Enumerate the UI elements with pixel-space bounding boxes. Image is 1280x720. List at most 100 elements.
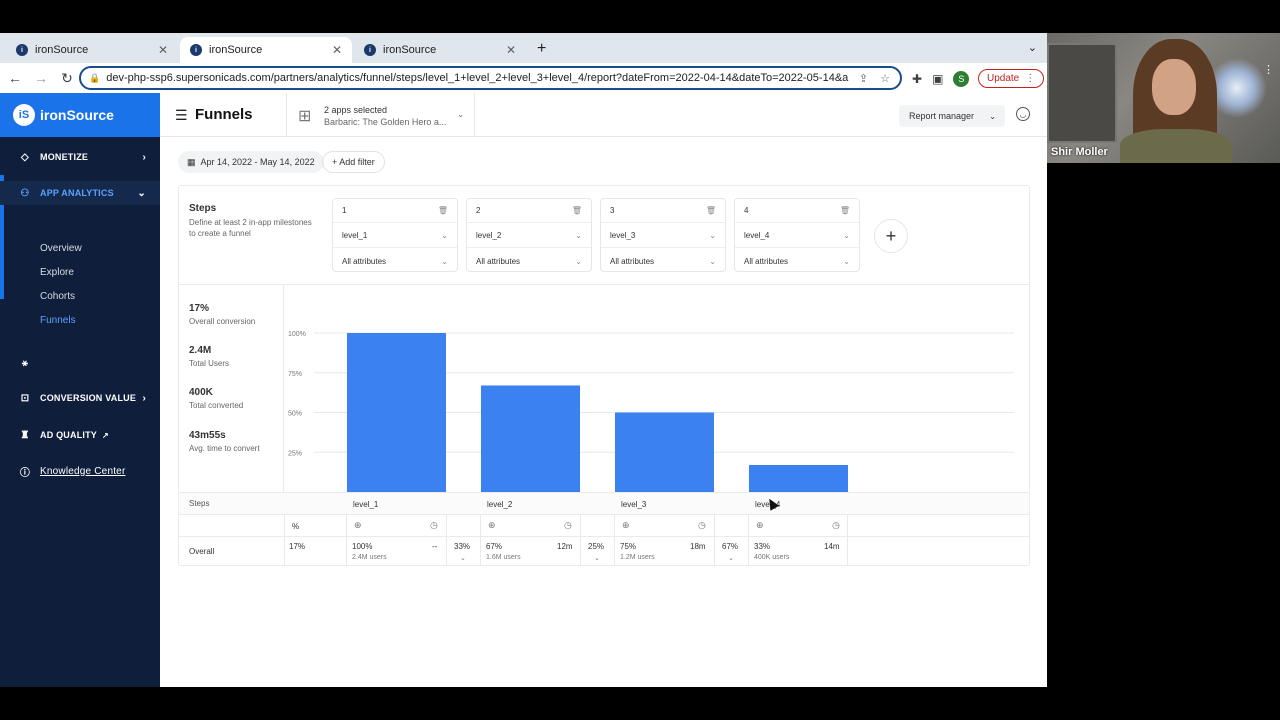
step-number: 3	[610, 206, 615, 215]
sidebar-item-ad-quality[interactable]: ♜ AD QUALITY ↗	[0, 426, 160, 444]
ironsource-logo[interactable]: iS ironSource	[0, 93, 160, 137]
y-tick-label: 50%	[288, 411, 302, 418]
bookmark-star-icon[interactable]: ☆	[880, 72, 890, 85]
tab-title: ironSource	[35, 44, 89, 56]
table-divider	[714, 515, 715, 566]
funnel-bar-level_1[interactable]	[347, 333, 446, 492]
user-account-icon[interactable]: ◡	[1016, 107, 1030, 121]
kebab-menu-icon[interactable]: ⋮	[1263, 63, 1274, 76]
sidebar-item-network[interactable]: ⚹	[0, 355, 160, 371]
step-label-1: level_1	[353, 500, 379, 509]
page-header: ☰ Funnels ⊞ 2 apps selected Barbaric: Th…	[160, 93, 1047, 137]
close-icon[interactable]: ✕	[506, 43, 516, 57]
trash-icon[interactable]: 🗑	[706, 206, 716, 215]
app-selector-dropdown[interactable]: ⊞ 2 apps selected Barbaric: The Golden H…	[286, 93, 475, 137]
step-attributes-value: All attributes	[744, 256, 789, 266]
funnel-bar-level_2[interactable]	[481, 385, 580, 492]
ironsource-favicon-icon: i	[16, 44, 28, 56]
sidebar-subitem-funnels[interactable]: Funnels	[40, 315, 76, 326]
chevron-down-icon: ⌄	[709, 231, 716, 240]
step-attributes-select[interactable]: All attributes ⌄	[601, 249, 725, 273]
chevron-down-icon: ⌄	[441, 231, 448, 240]
step-attributes-select[interactable]: All attributes ⌄	[333, 249, 457, 273]
steps-row-label: Steps	[189, 499, 210, 508]
chevron-down-icon: ⌄	[989, 111, 996, 121]
external-link-icon: ↗	[102, 430, 109, 440]
report-manager-dropdown[interactable]: Report manager ⌄	[899, 105, 1005, 127]
trash-icon[interactable]: 🗑	[572, 206, 582, 215]
sidebar: iS ironSource ◇ MONETIZE › ⚇ APP ANALYTI…	[0, 93, 160, 687]
step-2-time: 12m	[557, 542, 573, 551]
step-event-select[interactable]: level_3 ⌄	[601, 224, 725, 248]
sidebar-item-label: AD QUALITY	[40, 430, 97, 440]
update-button[interactable]: Update ⋮	[978, 69, 1045, 88]
browser-tab-3[interactable]: i ironSource ✕	[354, 37, 526, 63]
side-panel-icon[interactable]: ▣	[932, 72, 943, 86]
ironsource-favicon-icon: i	[364, 44, 376, 56]
logo-text: ironSource	[40, 107, 114, 123]
step-2-users: 1.6M users	[486, 554, 521, 561]
step-event-select[interactable]: level_1 ⌄	[333, 224, 457, 248]
network-nodes-icon: ⚹	[21, 357, 29, 369]
step-4-users: 400K users	[754, 554, 790, 561]
sidebar-item-monetize[interactable]: ◇ MONETIZE ›	[0, 145, 160, 169]
date-range-picker[interactable]: ▦ Apr 14, 2022 - May 14, 2022	[178, 151, 324, 173]
close-icon[interactable]: ✕	[332, 43, 342, 57]
url-text: dev-php-ssp6.supersonicads.com/partners/…	[106, 72, 849, 84]
metric-value: 400K	[189, 387, 213, 398]
sidebar-subitem-overview[interactable]: Overview	[40, 243, 82, 254]
browser-tab-1[interactable]: i ironSource ✕	[6, 37, 178, 63]
funnel-step-4: 4 🗑 level_4 ⌄ All attributes ⌄	[734, 198, 860, 272]
sidebar-item-label: MONETIZE	[40, 152, 89, 162]
back-arrow-icon[interactable]: ←	[4, 70, 26, 86]
close-icon[interactable]: ✕	[158, 43, 168, 57]
profile-avatar[interactable]: S	[953, 71, 970, 87]
percent-symbol: %	[292, 522, 300, 531]
trash-icon[interactable]: 🗑	[840, 206, 850, 215]
step-number: 4	[744, 206, 749, 215]
address-bar[interactable]: 🔒 dev-php-ssp6.supersonicads.com/partner…	[79, 66, 902, 90]
chevron-down-icon[interactable]: ⌄	[728, 554, 734, 562]
table-divider	[614, 515, 615, 566]
sidebar-item-knowledge-center[interactable]: ⓘ Knowledge Center	[0, 462, 160, 480]
new-tab-plus-icon[interactable]: +	[537, 40, 546, 58]
sidebar-subitem-cohorts[interactable]: Cohorts	[40, 291, 75, 302]
chevron-down-icon[interactable]: ⌄	[460, 554, 466, 562]
reload-icon[interactable]: ↻	[56, 70, 78, 87]
share-icon[interactable]: ⇪	[859, 72, 868, 85]
chevron-down-icon[interactable]: ⌄	[594, 554, 600, 562]
lock-icon: 🔒	[89, 72, 101, 83]
clock-icon: ◷	[430, 520, 438, 530]
puzzle-extension-icon[interactable]: ✚	[912, 72, 922, 86]
browser-tab-2[interactable]: i ironSource ✕	[180, 37, 352, 63]
main-content: ☰ Funnels ⊞ 2 apps selected Barbaric: Th…	[160, 93, 1047, 687]
table-divider	[748, 515, 749, 566]
step-attributes-select[interactable]: All attributes ⌄	[735, 249, 859, 273]
date-range-text: Apr 14, 2022 - May 14, 2022	[200, 157, 315, 167]
steps-description: Define at least 2 in-app milestones to c…	[189, 218, 312, 238]
sidebar-item-label: APP ANALYTICS	[40, 188, 114, 198]
step-attributes-select[interactable]: All attributes ⌄	[467, 249, 591, 273]
chevron-down-icon[interactable]: ⌄	[1028, 41, 1037, 54]
hamburger-menu-icon[interactable]: ☰	[175, 107, 188, 124]
step-event-value: level_3	[610, 231, 636, 240]
sidebar-item-conversion-value[interactable]: ⊡ CONVERSION VALUE ›	[0, 389, 160, 407]
step-2-pct: 67%	[486, 542, 503, 551]
forward-arrow-icon[interactable]: →	[30, 70, 52, 86]
chevron-down-icon: ⌄	[575, 256, 582, 266]
chevron-down-icon: ⌄	[843, 231, 850, 240]
funnel-bar-level_3[interactable]	[615, 412, 714, 493]
metric-label: Total Users	[189, 359, 230, 368]
step-event-select[interactable]: level_4 ⌄	[735, 224, 859, 248]
funnel-bar-level_4[interactable]	[749, 464, 848, 492]
sidebar-item-app-analytics[interactable]: ⚇ APP ANALYTICS ⌄	[0, 181, 160, 205]
step-number: 1	[342, 206, 347, 215]
add-filter-button[interactable]: + Add filter	[322, 151, 385, 173]
step-3-pct: 75%	[620, 542, 637, 551]
add-step-plus-icon[interactable]: +	[874, 219, 908, 253]
conversion-value-icon: ⊡	[20, 392, 30, 404]
step-event-select[interactable]: level_2 ⌄	[467, 224, 591, 248]
sidebar-subitem-explore[interactable]: Explore	[40, 267, 74, 278]
trash-icon[interactable]: 🗑	[438, 206, 448, 215]
trophy-icon: ♜	[20, 429, 30, 441]
